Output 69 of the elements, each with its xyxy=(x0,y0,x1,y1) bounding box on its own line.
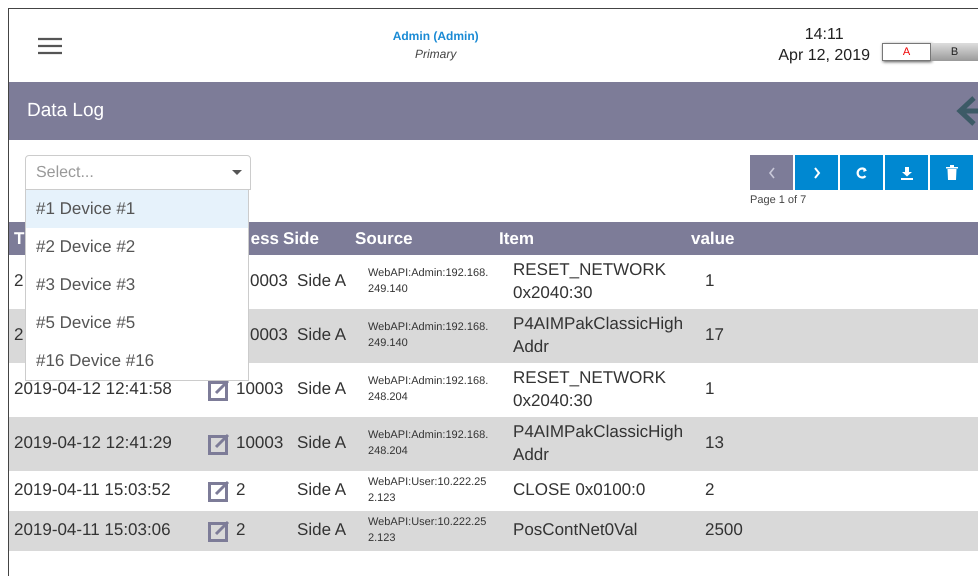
timestamp-cell-text: 2019-04-11 15:03:52 xyxy=(13,479,171,502)
item-cell-text: P4AIMPakClassicHighAddr xyxy=(513,312,684,358)
clock-time: 14:11 xyxy=(804,24,845,45)
address-cell-text: 10003 xyxy=(236,432,284,454)
column-header: Source xyxy=(355,228,414,250)
side-cell-text: Side A xyxy=(296,324,346,346)
side-toggle[interactable]: B xyxy=(931,42,978,60)
timestamp-cell-text: 2 xyxy=(13,324,24,346)
address-cell-text: 0003 xyxy=(250,324,288,346)
column-header: ess xyxy=(250,228,280,250)
edit-icon[interactable] xyxy=(208,520,230,542)
source-cell-text: WebAPI:Admin:192.168.248.204 xyxy=(368,428,490,459)
column-header: value xyxy=(691,228,736,250)
dropdown-option[interactable]: #16 Device #16 xyxy=(26,342,248,380)
page-title: Data Log xyxy=(27,98,104,123)
refresh-icon xyxy=(855,166,868,180)
source-cell-text: WebAPI:Admin:192.168.248.204 xyxy=(368,374,490,405)
item-cell-text: P4AIMPakClassicHighAddr xyxy=(513,420,684,466)
refresh-button[interactable] xyxy=(840,155,883,190)
download-icon xyxy=(900,166,912,180)
clock-date: Apr 12, 2019 xyxy=(778,46,870,66)
source-cell-text: WebAPI:Admin:192.168.249.140 xyxy=(368,320,490,351)
caret-icon xyxy=(232,170,242,175)
value-cell-text: 17 xyxy=(704,324,725,346)
user-name: Admin (Admin) xyxy=(392,28,480,46)
item-cell-text: CLOSE 0x0100:0 xyxy=(513,479,646,502)
dropdown-option[interactable]: #3 Device #3 xyxy=(26,266,248,304)
edit-icon[interactable] xyxy=(208,480,230,502)
timestamp-cell-text: 2019-04-12 12:41:29 xyxy=(13,432,172,454)
edit-icon[interactable] xyxy=(208,432,230,455)
edit-icon[interactable] xyxy=(208,378,230,401)
address-cell-text: 10003 xyxy=(236,378,284,400)
column-header: Item xyxy=(499,228,535,250)
side-cell-text: Side A xyxy=(296,519,346,542)
user-role: Primary xyxy=(414,46,458,62)
column-header: T xyxy=(13,228,24,250)
address-cell-text: 2 xyxy=(236,519,246,542)
side-cell-text: Side A xyxy=(296,378,346,400)
dropdown-option[interactable]: #5 Device #5 xyxy=(26,304,248,342)
value-cell-text: 2500 xyxy=(704,519,744,542)
item-cell-text: RESET_NETWORK 0x2040:30 xyxy=(513,259,668,304)
dropdown-option[interactable]: #1 Device #1 xyxy=(26,190,248,228)
item-cell-text: RESET_NETWORK 0x2040:30 xyxy=(513,366,668,412)
side-cell-text: Side A xyxy=(296,479,346,502)
value-cell-text: 1 xyxy=(704,378,716,400)
source-cell-text: WebAPI:User:10.222.252.123 xyxy=(368,474,488,506)
chevron-right-icon xyxy=(812,166,822,178)
value-cell-text: 13 xyxy=(704,432,725,454)
page-indicator: Page 1 of 7 xyxy=(750,193,808,208)
side-cell-text: Side A xyxy=(296,270,346,292)
column-header: Side xyxy=(283,228,320,250)
menu-icon[interactable] xyxy=(37,36,63,56)
value-cell-text: 2 xyxy=(704,479,716,502)
timestamp-cell-text: 2019-04-12 12:41:58 xyxy=(13,378,172,400)
timestamp-cell-text: 2019-04-11 15:03:06 xyxy=(13,519,171,542)
chevron-left-icon xyxy=(766,166,776,178)
trash-icon xyxy=(946,165,958,180)
trash-button[interactable] xyxy=(930,155,973,190)
timestamp-cell-text: 2 xyxy=(13,270,24,292)
item-cell-text: PosContNet0Val xyxy=(513,519,638,542)
address-cell-text: 0003 xyxy=(250,270,288,292)
side-cell-text: Side A xyxy=(296,432,346,454)
address-cell-text: 2 xyxy=(236,479,246,502)
download-button[interactable] xyxy=(885,155,928,190)
source-cell-text: WebAPI:User:10.222.252.123 xyxy=(368,514,488,546)
source-cell-text: WebAPI:Admin:192.168.249.140 xyxy=(368,266,490,297)
value-cell-text: 1 xyxy=(704,270,716,292)
side-toggle[interactable]: A xyxy=(882,42,931,60)
dropdown-option[interactable]: #2 Device #2 xyxy=(26,228,248,266)
